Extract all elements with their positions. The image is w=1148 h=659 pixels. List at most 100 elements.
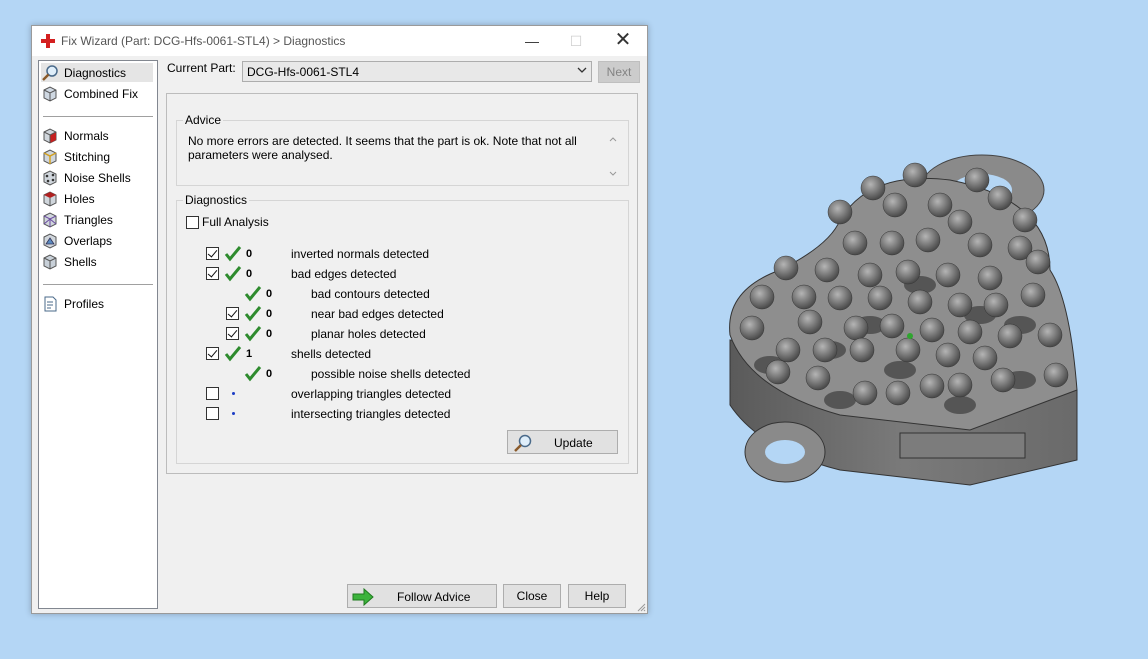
pending-dot-icon xyxy=(232,392,235,395)
nav-item-diagnostics[interactable]: Diagnostics xyxy=(41,63,153,82)
diagnostic-label: intersecting triangles detected xyxy=(291,407,451,421)
diagnostic-row: intersecting triangles detected xyxy=(177,405,607,423)
nav-item-label: Profiles xyxy=(64,296,105,311)
green-checkmark-icon xyxy=(224,246,242,262)
maximize-button[interactable]: ☐ xyxy=(561,31,591,53)
help-button[interactable]: Help xyxy=(568,584,626,608)
close-button[interactable]: Close xyxy=(503,584,561,608)
chevron-down-icon xyxy=(577,67,587,73)
nav-item-label: Noise Shells xyxy=(64,170,131,185)
red-cross-app-icon xyxy=(41,34,55,48)
diagnostic-count: 1 xyxy=(246,348,253,360)
diagnostic-checkbox[interactable] xyxy=(206,347,219,360)
diagnostics-group-label: Diagnostics xyxy=(183,193,250,207)
diagnostic-count: 0 xyxy=(266,368,273,380)
fix-wizard-dialog: Fix Wizard (Part: DCG-Hfs-0061-STL4) > D… xyxy=(31,25,648,614)
diagnostic-checkbox[interactable] xyxy=(206,247,219,260)
diagnostic-row: 0 possible noise shells detected xyxy=(177,365,607,383)
title-bar[interactable]: Fix Wizard (Part: DCG-Hfs-0061-STL4) > D… xyxy=(32,26,647,56)
holes-cube-icon xyxy=(43,190,57,207)
window-title: Fix Wizard (Part: DCG-Hfs-0061-STL4) > D… xyxy=(61,34,346,48)
nav-item-holes[interactable]: Holes xyxy=(41,189,153,208)
scroll-down-icon[interactable] xyxy=(609,171,617,177)
green-checkmark-icon xyxy=(224,346,242,362)
diagnostic-label: bad edges detected xyxy=(291,267,397,281)
diagnostics-group: Diagnostics Full Analysis 0 inverted norm… xyxy=(176,193,629,464)
nav-separator xyxy=(43,116,153,117)
nav-item-triangles[interactable]: Triangles xyxy=(41,210,153,229)
follow-advice-button[interactable]: Follow Advice xyxy=(347,584,497,608)
advice-group: Advice No more errors are detected. It s… xyxy=(176,113,629,186)
diagnostic-label: shells detected xyxy=(291,347,372,361)
nav-item-label: Shells xyxy=(64,254,97,269)
profiles-document-icon xyxy=(44,296,57,311)
green-checkmark-icon xyxy=(244,306,262,322)
cube-icon xyxy=(43,85,57,102)
diagnostic-row: overlapping triangles detected xyxy=(177,385,607,403)
diagnostic-row: 0 near bad edges detected xyxy=(177,305,607,323)
diagnostic-label: possible noise shells detected xyxy=(311,367,471,381)
advice-text: No more errors are detected. It seems th… xyxy=(188,134,577,162)
3d-model-viewport[interactable] xyxy=(720,150,1090,495)
overlaps-icon xyxy=(43,232,57,249)
diagnostic-row: 1 shells detected xyxy=(177,345,607,363)
nav-item-label: Overlaps xyxy=(64,233,113,248)
nav-item-noise-shells[interactable]: Noise Shells xyxy=(41,168,153,187)
diagnostic-count: 0 xyxy=(266,288,273,300)
diagnostic-row: 0 inverted normals detected xyxy=(177,245,607,263)
close-window-button[interactable]: ✕ xyxy=(608,30,638,53)
update-button[interactable]: Update xyxy=(507,430,618,454)
green-checkmark-icon xyxy=(244,326,262,342)
diagnostic-label: near bad edges detected xyxy=(311,307,444,321)
diagnostic-label: planar holes detected xyxy=(311,327,426,341)
diagnostic-row: 0 planar holes detected xyxy=(177,325,607,343)
nav-item-shells[interactable]: Shells xyxy=(41,252,153,271)
magnifier-icon xyxy=(514,434,532,452)
diagnostic-checkbox[interactable] xyxy=(206,267,219,280)
diagnostic-label: bad contours detected xyxy=(311,287,430,301)
noise-shells-icon xyxy=(43,169,57,186)
current-part-dropdown[interactable]: DCG-Hfs-0061-STL4 xyxy=(242,61,592,82)
diagnostic-row: 0 bad contours detected xyxy=(177,285,607,303)
green-checkmark-icon xyxy=(244,286,262,302)
diagnostic-checkbox[interactable] xyxy=(226,307,239,320)
full-analysis-checkbox[interactable] xyxy=(186,215,199,229)
nav-item-label: Diagnostics xyxy=(64,65,127,80)
diagnostic-label: inverted normals detected xyxy=(291,247,430,261)
diagnostic-row: 0 bad edges detected xyxy=(177,265,607,283)
minimize-button[interactable]: — xyxy=(517,31,547,53)
diagnostic-checkbox[interactable] xyxy=(206,407,219,420)
nav-item-label: Holes xyxy=(64,191,95,206)
diagnostic-count: 0 xyxy=(266,308,273,320)
diagnostic-checkbox[interactable] xyxy=(206,387,219,400)
diagnostic-count: 0 xyxy=(266,328,273,340)
diagnostic-count: 0 xyxy=(246,268,253,280)
resize-grip-icon[interactable] xyxy=(636,602,646,612)
heart-tray-model xyxy=(729,154,1078,486)
follow-advice-label: Follow Advice xyxy=(397,590,471,604)
nav-item-overlaps[interactable]: Overlaps xyxy=(41,231,153,250)
current-part-value: DCG-Hfs-0061-STL4 xyxy=(247,65,360,79)
diagnostic-checkbox[interactable] xyxy=(226,327,239,340)
green-arrow-right-icon xyxy=(352,588,374,606)
green-checkmark-icon xyxy=(224,266,242,282)
current-part-label: Current Part: xyxy=(167,61,236,75)
update-button-label: Update xyxy=(554,436,593,450)
pending-dot-icon xyxy=(232,412,235,415)
full-analysis-option[interactable]: Full Analysis xyxy=(186,215,269,229)
nav-item-label: Triangles xyxy=(64,212,113,227)
shells-icon xyxy=(43,253,57,270)
advice-group-label: Advice xyxy=(183,113,224,127)
stitching-cube-icon xyxy=(43,148,57,165)
diagnostic-count: 0 xyxy=(246,248,253,260)
next-button[interactable]: Next xyxy=(598,61,640,83)
normals-cube-icon xyxy=(43,127,57,144)
nav-item-stitching[interactable]: Stitching xyxy=(41,147,153,166)
nav-item-label: Normals xyxy=(64,128,109,143)
scroll-up-icon[interactable] xyxy=(609,136,617,142)
magnifier-icon xyxy=(42,64,58,81)
nav-item-profiles[interactable]: Profiles xyxy=(41,294,153,313)
nav-item-combined-fix[interactable]: Combined Fix xyxy=(41,84,153,103)
nav-item-normals[interactable]: Normals xyxy=(41,126,153,145)
nav-item-label: Combined Fix xyxy=(64,86,139,101)
